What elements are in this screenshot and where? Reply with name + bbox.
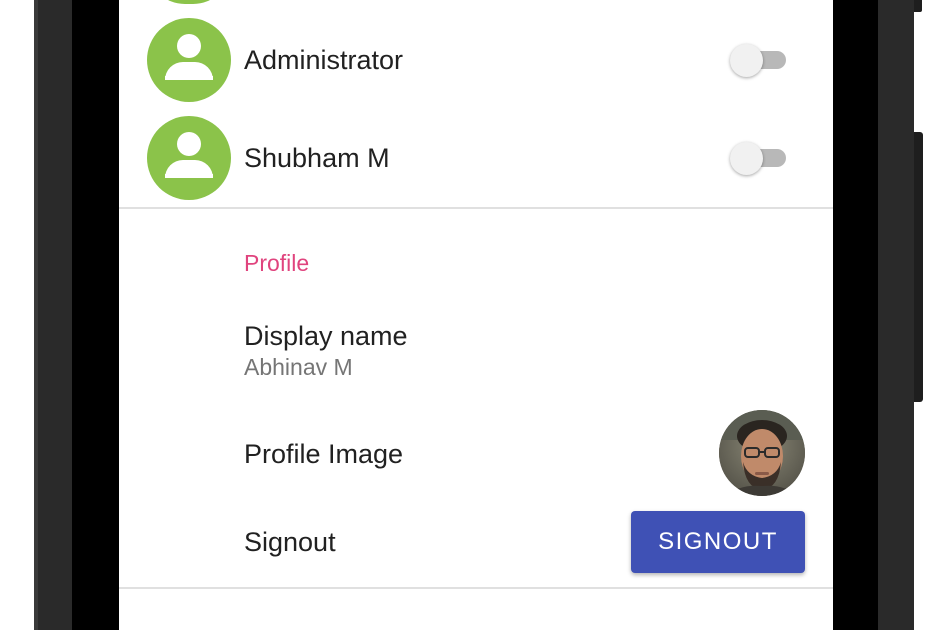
device-side-button xyxy=(914,132,923,402)
device-frame-rim xyxy=(34,0,38,630)
user-name: Administrator xyxy=(244,45,404,75)
display-name-title: Display name xyxy=(244,321,408,351)
app-screen: Administrator Shubham M Profile Display … xyxy=(119,0,833,630)
device-button-top xyxy=(914,0,922,12)
user-avatar-icon xyxy=(147,116,231,200)
profile-photo-image xyxy=(719,410,805,496)
section-divider xyxy=(119,207,833,209)
display-name-value: Abhinav M xyxy=(244,354,353,380)
signout-title: Signout xyxy=(244,527,336,557)
profile-photo[interactable] xyxy=(719,410,805,496)
signout-button[interactable]: SIGNOUT xyxy=(631,511,805,573)
user-avatar-icon xyxy=(147,0,231,4)
user-toggle-switch[interactable] xyxy=(730,140,788,175)
switch-thumb xyxy=(730,44,763,77)
user-avatar-icon xyxy=(147,18,231,102)
user-name: Shubham M xyxy=(244,143,390,173)
profile-section-header: Profile xyxy=(244,250,310,276)
user-toggle-switch[interactable] xyxy=(730,42,788,77)
profile-image-title: Profile Image xyxy=(244,439,404,469)
section-divider xyxy=(119,587,833,589)
switch-thumb xyxy=(730,142,763,175)
